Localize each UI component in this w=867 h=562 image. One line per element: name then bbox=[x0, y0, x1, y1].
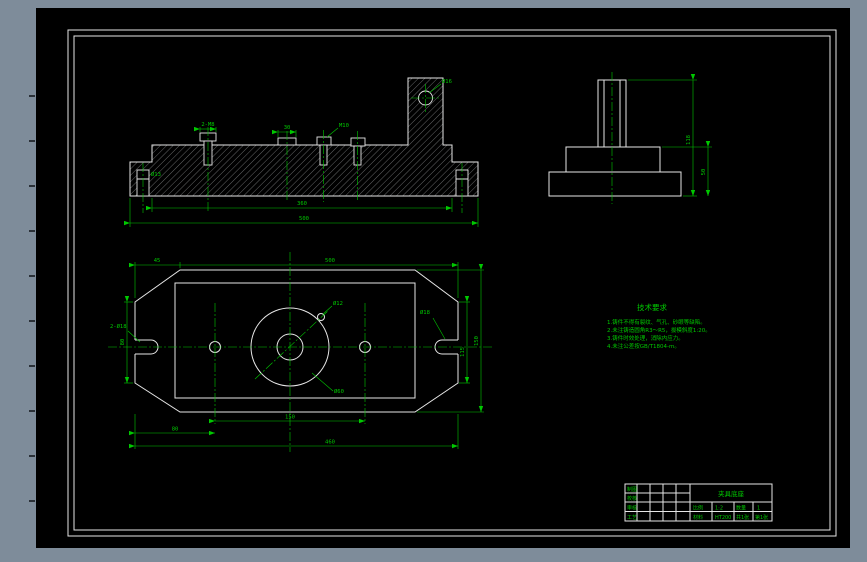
dimension-label: Ø13 bbox=[151, 171, 161, 178]
note-line: 2.未注铸造圆角R3～R5，拔模斜度1:20。 bbox=[607, 326, 711, 334]
dimension-label: 500 bbox=[325, 258, 335, 264]
tb-process-label: 工艺 bbox=[627, 515, 637, 521]
dimension-label: 360 bbox=[297, 201, 307, 207]
drawing-canvas[interactable]: 2-M8 30 M10 Ø16 Ø13 360 500 118 50 45 50… bbox=[0, 0, 867, 562]
dimension-label: 150 bbox=[474, 336, 480, 346]
tb-material-label: 材料 bbox=[693, 514, 703, 521]
notes-title: 技术要求 bbox=[637, 302, 667, 312]
dimension-label: 45 bbox=[154, 258, 161, 264]
note-line: 3.铸件时效处理，消除内应力。 bbox=[607, 334, 684, 342]
note-line: 1.铸件不得有裂纹、气孔、砂眼等缺陷。 bbox=[607, 318, 706, 326]
dimension-label: Ø18 bbox=[420, 309, 430, 316]
dimension-label: 30 bbox=[284, 125, 291, 131]
tb-sheet-no: 第1张 bbox=[755, 514, 768, 521]
tb-scale-label: 比例 bbox=[693, 505, 703, 512]
dimension-label: 50 bbox=[701, 169, 707, 176]
dimension-label: 460 bbox=[325, 440, 335, 446]
tb-material-value: HT200 bbox=[715, 515, 731, 521]
dimension-label: 80 bbox=[172, 427, 179, 433]
tb-approved-label: 审核 bbox=[627, 505, 637, 512]
dimension-label: 500 bbox=[299, 216, 309, 222]
cad-viewer-window: 2-M8 30 M10 Ø16 Ø13 360 500 118 50 45 50… bbox=[0, 0, 867, 562]
tb-scale-value: 1:2 bbox=[715, 506, 723, 512]
dimension-label: Ø60 bbox=[334, 388, 344, 395]
dimension-label: 118 bbox=[686, 135, 692, 145]
dimension-label: 2-M8 bbox=[201, 122, 214, 128]
tb-qty-label: 数量 bbox=[736, 505, 746, 512]
tb-qty-value: 1 bbox=[757, 506, 760, 512]
dimension-label: 2-Ø18 bbox=[110, 323, 127, 330]
note-line: 4.未注公差按GB/T1804-m。 bbox=[607, 342, 680, 350]
dimension-label: Ø12 bbox=[333, 300, 343, 307]
dimension-label: M10 bbox=[339, 123, 349, 129]
tb-drawn-label: 制图 bbox=[627, 486, 637, 493]
dimension-label: 80 bbox=[120, 339, 126, 346]
tb-sheets: 共1张 bbox=[736, 514, 749, 521]
tb-part-name: 夹具底座 bbox=[718, 489, 745, 498]
ruler-ticks bbox=[29, 95, 35, 502]
tb-checked-label: 校核 bbox=[627, 495, 637, 502]
dimension-label: 150 bbox=[285, 415, 295, 421]
dimension-label: 115 bbox=[460, 347, 466, 357]
dimension-label: Ø16 bbox=[442, 78, 452, 85]
